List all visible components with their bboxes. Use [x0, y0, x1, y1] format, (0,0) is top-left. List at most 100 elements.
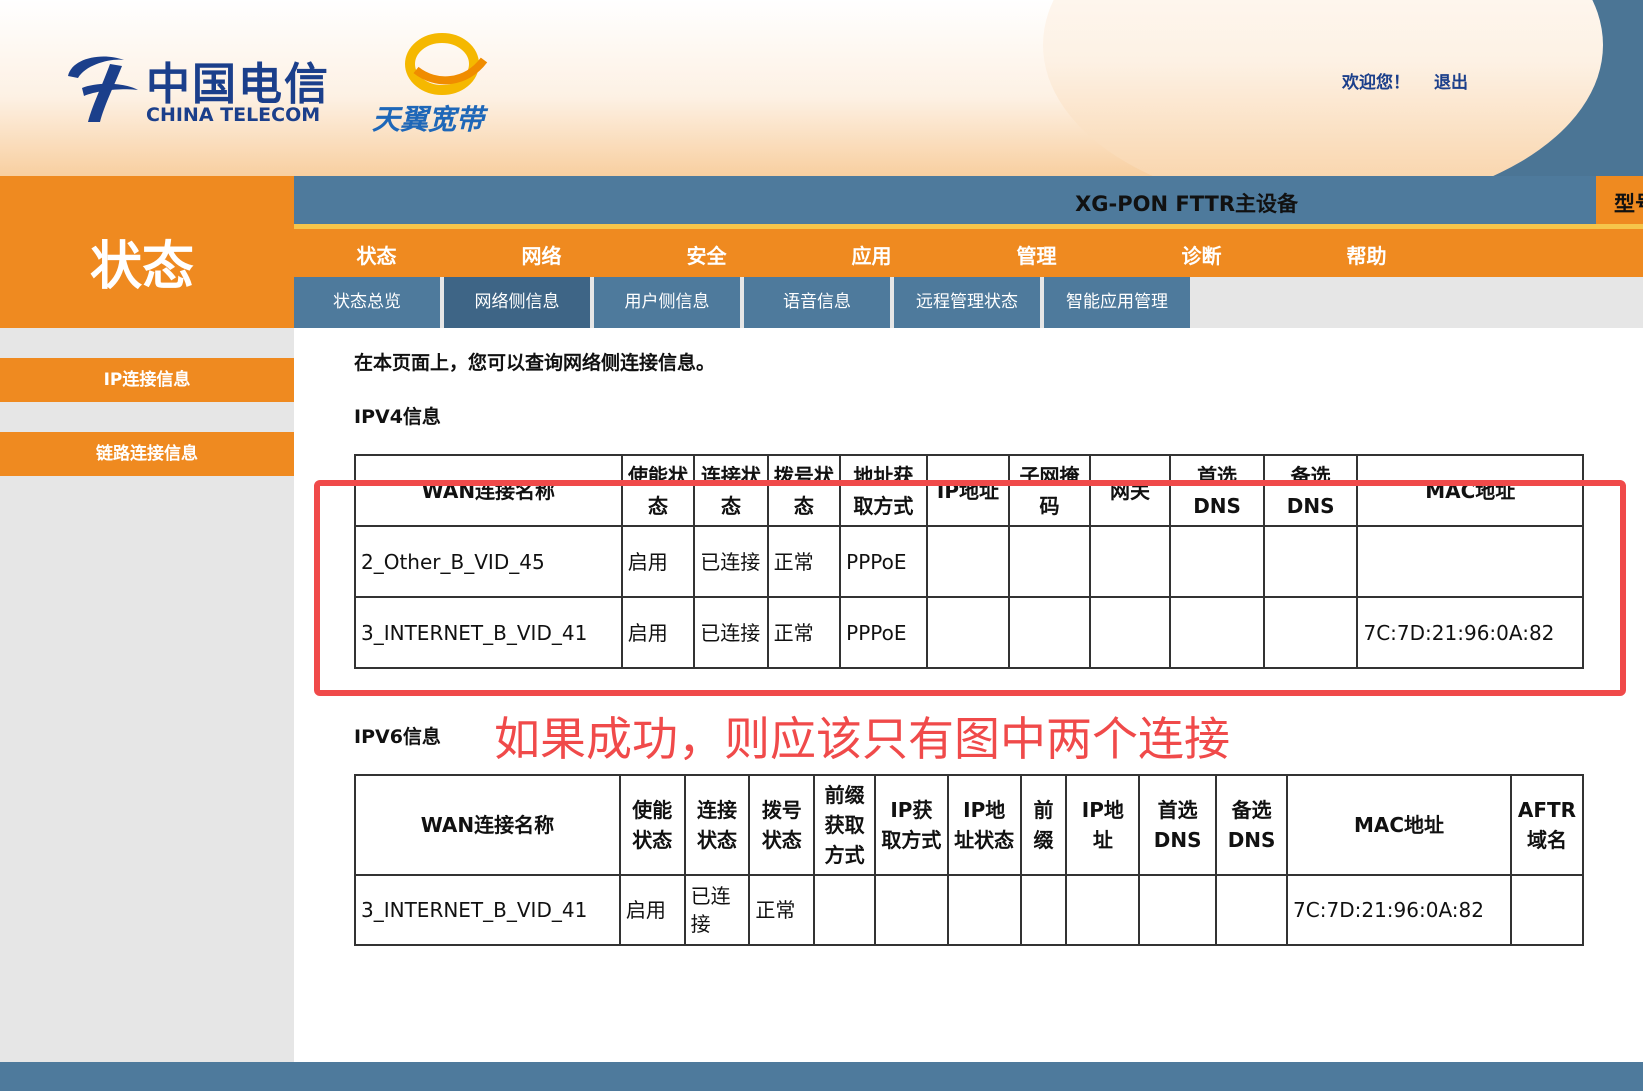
- tianyi-logo-icon: [405, 33, 488, 95]
- table-cell: [1065, 874, 1141, 946]
- column-header: 前缀: [1019, 774, 1068, 876]
- nav-help[interactable]: 帮助: [1284, 240, 1449, 269]
- table-cell: [1215, 874, 1289, 946]
- tab-remote-management-status[interactable]: 远程管理状态: [894, 277, 1042, 328]
- logout-link[interactable]: 退出: [1434, 68, 1468, 93]
- nav-network[interactable]: 网络: [459, 240, 624, 269]
- column-header: 首选DNS: [1169, 454, 1265, 527]
- sub-nav: 状态总览 网络侧信息 用户侧信息 语音信息 远程管理状态 智能应用管理: [294, 277, 1643, 328]
- table-row: 3_INTERNET_B_VID_41 启用 已连接 正常 7C:7D:21:9…: [354, 874, 1585, 946]
- column-header: 备选DNS: [1215, 774, 1289, 876]
- column-header: 首选DNS: [1138, 774, 1218, 876]
- table-cell: [1169, 525, 1265, 598]
- table-cell: 启用: [620, 596, 696, 669]
- table-cell: 正常: [766, 525, 842, 598]
- header-banner: 中国电信 CHINA TELECOM 天翼宽带 欢迎您！ 退出: [0, 0, 1643, 176]
- nav-application[interactable]: 应用: [789, 240, 954, 269]
- table-cell: [874, 874, 949, 946]
- table-cell: PPPoE: [839, 596, 928, 669]
- column-header: 使能状态: [618, 774, 686, 876]
- main-nav: 状态 网络 安全 应用 管理 诊断 帮助: [294, 229, 1643, 277]
- brand-name: 天翼宽带: [372, 103, 485, 136]
- table-cell: [925, 596, 1011, 669]
- column-header: 连接状态: [683, 774, 751, 876]
- nav-diagnosis[interactable]: 诊断: [1119, 240, 1284, 269]
- ipv6-table: WAN连接名称 使能状态 连接状态 拨号状态 前缀获取方式 IP获取方式 IP地…: [354, 774, 1585, 946]
- ipv4-title: IPV4信息: [354, 406, 441, 428]
- ipv4-table: WAN连接名称 使能状态 连接状态 拨号状态 地址获取方式 IP地址 子网掩码 …: [354, 454, 1584, 669]
- tab-status-overview[interactable]: 状态总览: [294, 277, 442, 328]
- annotation-text: 如果成功，则应该只有图中两个连接: [494, 712, 1230, 766]
- column-header: 使能状态: [620, 454, 696, 527]
- section-title: 状态: [90, 237, 195, 297]
- column-header: 备选DNS: [1262, 454, 1359, 527]
- table-cell: [1019, 874, 1068, 946]
- nav-status[interactable]: 状态: [294, 240, 459, 269]
- device-name: XG-PON FTTR主设备: [1075, 192, 1298, 216]
- model-box: 型号：HG3142F (ONU)-GPON: [1596, 176, 1643, 224]
- table-cell: PPPoE: [839, 525, 928, 598]
- column-header: IP地址: [925, 454, 1011, 527]
- table-row: 3_INTERNET_B_VID_41 启用 已连接 正常 PPPoE 7C:7…: [354, 596, 1584, 669]
- device-model: 型号：HG3142F (ONU)-GPON: [1614, 192, 1643, 216]
- table-cell: [1008, 525, 1091, 598]
- table-header-row: WAN连接名称 使能状态 连接状态 拨号状态 前缀获取方式 IP获取方式 IP地…: [354, 774, 1585, 876]
- table-cell: 3_INTERNET_B_VID_41: [354, 874, 621, 946]
- column-header: 拨号状态: [748, 774, 816, 876]
- column-header: AFTR域名: [1509, 774, 1585, 876]
- tab-voice-info[interactable]: 语音信息: [744, 277, 892, 328]
- table-cell: [813, 874, 877, 946]
- table-cell: 7C:7D:21:96:0A:82: [1286, 874, 1512, 946]
- table-cell: 3_INTERNET_B_VID_41: [354, 596, 623, 669]
- router-status-page: 中国电信 CHINA TELECOM 天翼宽带 欢迎您！ 退出 状态 XG-PO…: [0, 0, 1643, 1091]
- table-cell: [1138, 874, 1218, 946]
- logo-english-text: CHINA TELECOM: [146, 104, 321, 126]
- table-cell: [1262, 525, 1359, 598]
- table-cell: [925, 525, 1011, 598]
- header-swoosh-mask: [1043, 0, 1603, 176]
- content-area: 在本页面上，您可以查询网络侧连接信息。 IPV4信息 WAN连接名称 使能状态 …: [294, 328, 1643, 1062]
- column-header: 网关: [1088, 454, 1172, 527]
- table-cell: 启用: [620, 525, 696, 598]
- table-cell: [946, 874, 1022, 946]
- column-header: IP地址状态: [946, 774, 1022, 876]
- sidebar-item-ip-connection[interactable]: IP连接信息: [0, 358, 294, 402]
- table-cell: [1008, 596, 1091, 669]
- column-header: 子网掩码: [1008, 454, 1091, 527]
- column-header: 前缀获取方式: [813, 774, 877, 876]
- logo-chinese-text: 中国电信: [146, 59, 330, 110]
- column-header: 拨号状态: [766, 454, 842, 527]
- table-cell: 7C:7D:21:96:0A:82: [1356, 596, 1584, 669]
- table-cell: 已连接: [693, 525, 769, 598]
- column-header: IP获取方式: [874, 774, 949, 876]
- tab-user-side-info[interactable]: 用户侧信息: [594, 277, 742, 328]
- table-cell: 已连接: [683, 874, 751, 946]
- table-cell: 已连接: [693, 596, 769, 669]
- tab-network-side-info[interactable]: 网络侧信息: [444, 277, 592, 328]
- column-header: MAC地址: [1286, 774, 1512, 876]
- nav-security[interactable]: 安全: [624, 240, 789, 269]
- tab-smart-app-management[interactable]: 智能应用管理: [1044, 277, 1192, 328]
- column-header: 地址获取方式: [839, 454, 928, 527]
- ipv6-title: IPV6信息: [354, 726, 441, 748]
- sidebar: IP连接信息 链路连接信息: [0, 328, 294, 1062]
- device-info-bar: XG-PON FTTR主设备 型号：HG3142F (ONU)-GPON: [294, 176, 1643, 224]
- intro-text: 在本页面上，您可以查询网络侧连接信息。: [354, 352, 716, 374]
- table-cell: [1356, 525, 1584, 598]
- nav-management[interactable]: 管理: [954, 240, 1119, 269]
- footer-bar: [0, 1062, 1643, 1091]
- welcome-text: 欢迎您！: [1342, 73, 1410, 93]
- table-cell: 2_Other_B_VID_45: [354, 525, 623, 598]
- column-header: 连接状态: [693, 454, 769, 527]
- column-header: WAN连接名称: [354, 774, 621, 876]
- column-header: IP地址: [1065, 774, 1141, 876]
- table-cell: 正常: [748, 874, 816, 946]
- table-cell: [1262, 596, 1359, 669]
- column-header: MAC地址: [1356, 454, 1584, 527]
- table-cell: 启用: [618, 874, 686, 946]
- china-telecom-logo-icon: [68, 56, 138, 122]
- sidebar-item-link-connection[interactable]: 链路连接信息: [0, 432, 294, 476]
- table-cell: [1509, 874, 1585, 946]
- table-header-row: WAN连接名称 使能状态 连接状态 拨号状态 地址获取方式 IP地址 子网掩码 …: [354, 454, 1584, 527]
- table-cell: [1088, 596, 1172, 669]
